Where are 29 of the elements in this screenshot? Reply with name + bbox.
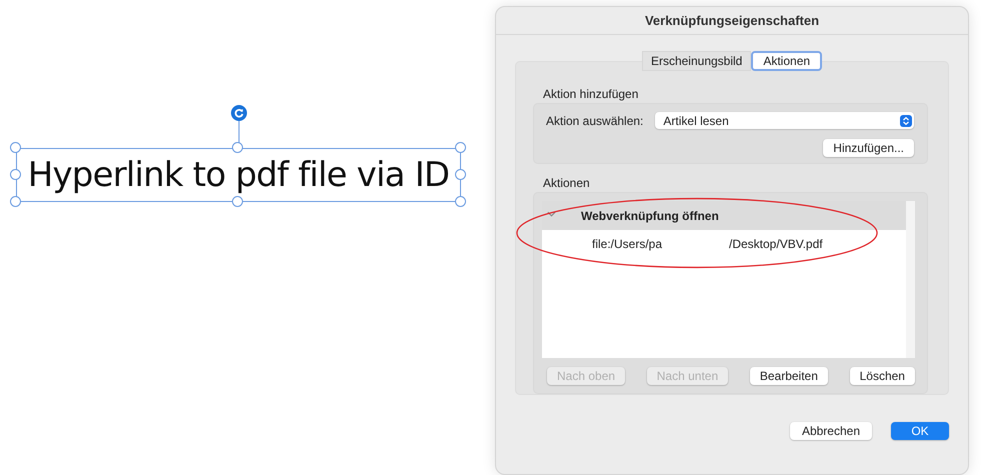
tab[interactable]: Aktionen: [751, 51, 822, 71]
rotate-handle-icon[interactable]: [230, 105, 246, 143]
add-button[interactable]: Hinzufügen...: [823, 139, 914, 157]
section-heading: Aktionen: [542, 175, 591, 192]
action-button[interactable]: Löschen: [850, 367, 915, 385]
action-select[interactable]: Artikel lesen: [655, 112, 914, 129]
section-heading: Aktion hinzufügen: [542, 86, 640, 103]
resize-handle[interactable]: [454, 142, 466, 152]
tab[interactable]: Erscheinungsbild: [642, 51, 752, 71]
window-title: Verknüpfungseigenschaften: [496, 7, 968, 35]
resize-handle[interactable]: [232, 142, 243, 152]
action-button[interactable]: Bearbeiten: [750, 367, 828, 385]
file-path: /Desktop/VBV.pdf: [729, 237, 823, 251]
chevron-icon[interactable]: [547, 210, 556, 216]
cancel-button[interactable]: Abbrechen: [790, 422, 872, 440]
file-path: file:/Users/pa: [592, 237, 664, 251]
ok-button[interactable]: OK: [891, 422, 949, 440]
resize-handle[interactable]: [454, 196, 466, 206]
action-label: Webverknüpfung öffnen: [581, 208, 719, 222]
text-frame[interactable]: Hyperlink to pdf file via ID: [16, 148, 461, 202]
resize-handle[interactable]: [10, 196, 20, 206]
resize-handle[interactable]: [232, 196, 243, 206]
frame-text: Hyperlink to pdf file via ID: [28, 156, 450, 194]
action-row[interactable]: Webverknüpfung öffnen: [542, 201, 906, 230]
select-label: Aktion auswählen:: [546, 114, 644, 128]
resize-handle[interactable]: [10, 168, 20, 180]
resize-handle[interactable]: [454, 168, 466, 180]
resize-handle[interactable]: [10, 142, 20, 152]
updown-icon: [900, 114, 912, 126]
